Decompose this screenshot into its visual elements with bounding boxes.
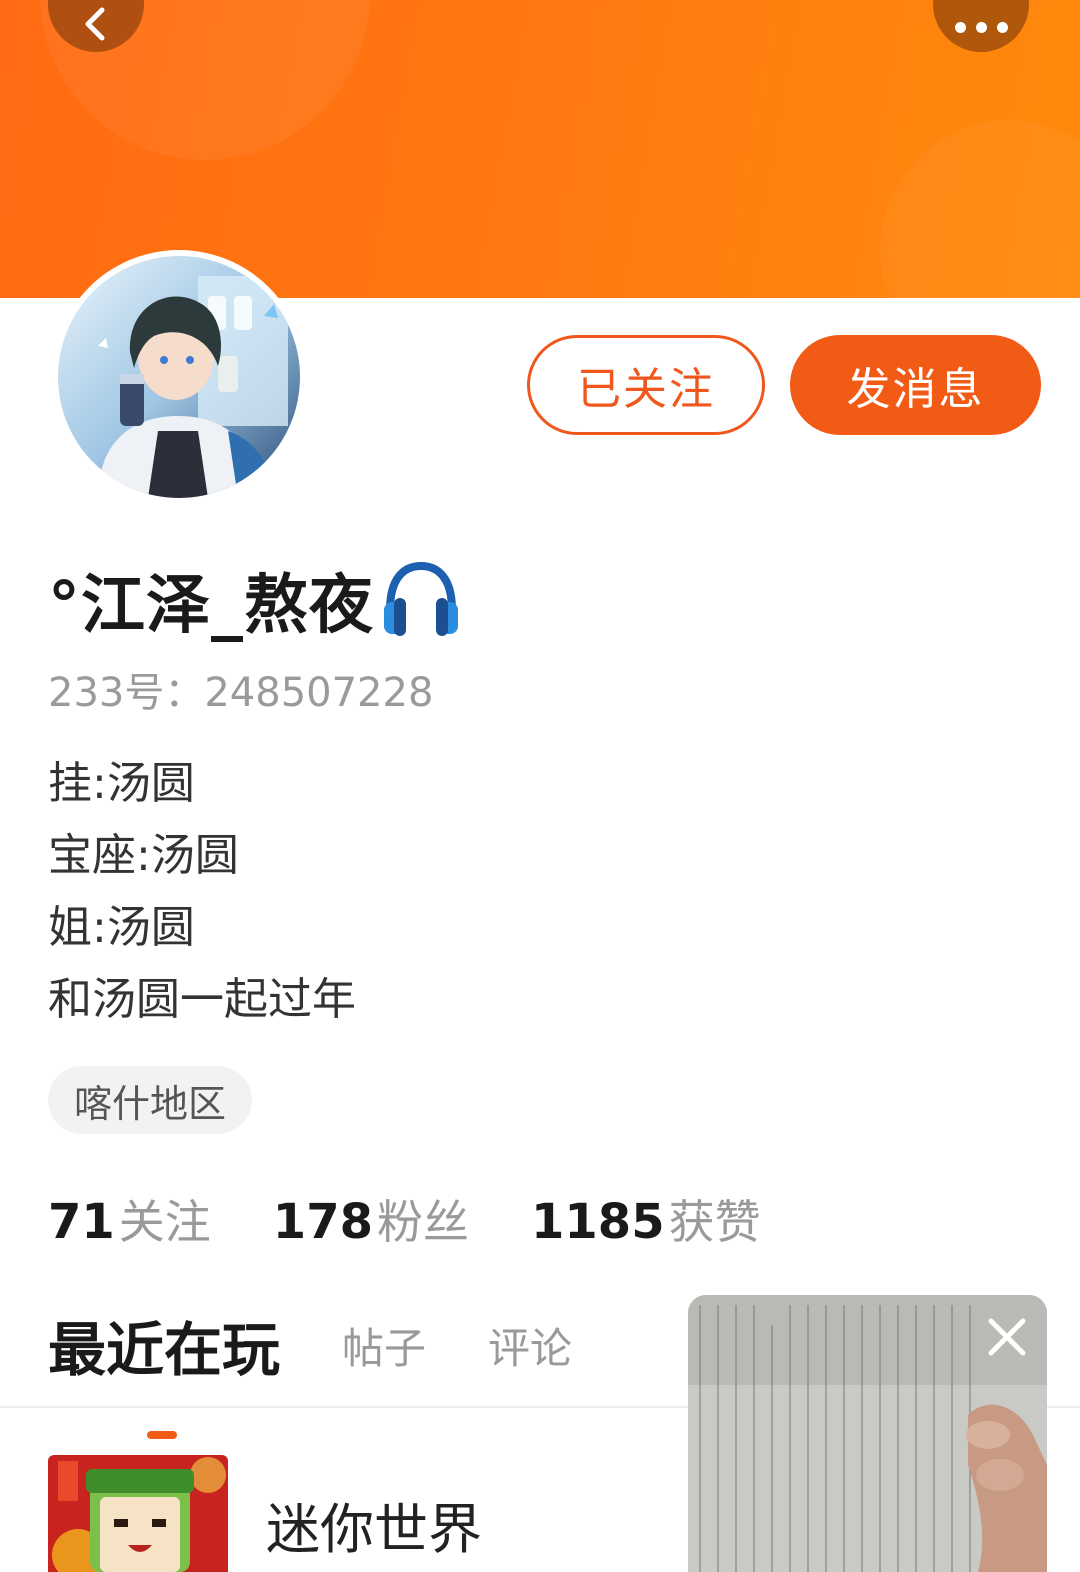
avatar[interactable] (52, 250, 306, 504)
bio-line: 姐:汤圆 (48, 902, 195, 953)
follow-button[interactable]: 已关注 (527, 335, 765, 435)
banner-decoration (880, 120, 1080, 298)
chevron-left-icon (85, 7, 105, 41)
tab-posts[interactable]: 帖子 (342, 1315, 426, 1376)
tab-label: 最近在玩 (48, 1316, 281, 1384)
bio-line: 和汤圆一起过年 (48, 974, 356, 1025)
close-icon (988, 1318, 1026, 1356)
stat-number: 71 (48, 1194, 115, 1250)
headphones-icon (380, 558, 462, 642)
user-id: 233号：248507228 (48, 670, 434, 716)
username: °江泽_熬夜 (48, 569, 374, 643)
username-row: °江泽_熬夜 (48, 558, 462, 643)
stat-label: 获赞 (668, 1195, 761, 1249)
game-name: 迷你世界 (266, 1498, 482, 1561)
stat-label: 粉丝 (377, 1195, 469, 1249)
stat-number: 1185 (531, 1194, 665, 1250)
close-video-button[interactable] (978, 1308, 1036, 1366)
region-tag: 喀什地区 (48, 1066, 253, 1134)
content-tabs: 最近在玩 帖子 评论 (48, 1303, 572, 1439)
stat-followers[interactable]: 178 粉丝 (273, 1186, 469, 1252)
bio-line: 挂:汤圆 (48, 758, 195, 809)
avatar-image (58, 256, 300, 498)
stat-label: 关注 (118, 1195, 211, 1249)
tab-comments[interactable]: 评论 (488, 1315, 572, 1376)
bio: 挂:汤圆 宝座:汤圆 姐:汤圆 和汤圆一起过年 (48, 752, 356, 1040)
active-tab-indicator (147, 1431, 177, 1439)
stats-row: 71 关注 178 粉丝 1185 获赞 (48, 1186, 823, 1252)
tab-recently-played[interactable]: 最近在玩 (48, 1303, 281, 1439)
list-item[interactable]: 迷你世界 (48, 1455, 482, 1572)
stat-likes[interactable]: 1185 获赞 (531, 1186, 761, 1252)
stat-number: 178 (272, 1194, 373, 1250)
message-button[interactable]: 发消息 (790, 335, 1041, 435)
more-dots-icon (954, 21, 1008, 33)
stat-following[interactable]: 71 关注 (48, 1186, 211, 1252)
bio-line: 宝座:汤圆 (48, 830, 239, 881)
game-thumbnail (48, 1455, 228, 1572)
